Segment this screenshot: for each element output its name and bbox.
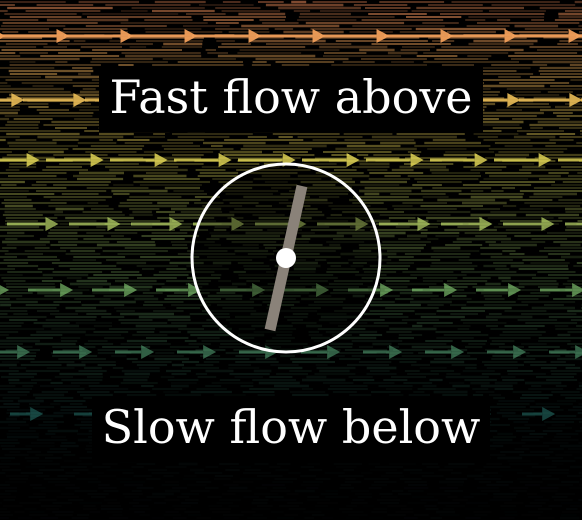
arrow-shaft — [540, 288, 573, 292]
arrow-shaft — [266, 412, 287, 416]
arrow-shaft — [384, 34, 441, 38]
arrow-shaft — [110, 158, 155, 162]
arrow-shaft — [64, 34, 121, 38]
arrow-shaft — [238, 158, 283, 162]
arrow-shaft — [457, 98, 508, 102]
arrow-shaft — [394, 412, 415, 416]
arrow-shaft — [0, 98, 12, 102]
arrow-shaft — [174, 158, 219, 162]
arrow-shaft — [379, 222, 418, 226]
arrow-shaft — [23, 98, 74, 102]
arrow-shaft — [441, 222, 480, 226]
arrow-shaft — [177, 350, 204, 354]
arrow-shaft — [0, 158, 27, 162]
arrow-shaft — [549, 350, 576, 354]
shear-flow-diagram — [0, 0, 582, 520]
arrow-shaft — [576, 34, 582, 38]
arrow-shaft — [503, 222, 542, 226]
arrow-shaft — [448, 34, 505, 38]
arrow-shaft — [302, 158, 347, 162]
arrow-shaft — [239, 350, 266, 354]
arrow-shaft — [53, 350, 80, 354]
arrow-shaft — [430, 158, 475, 162]
arrow-shaft — [565, 222, 582, 226]
arrow-shaft — [330, 412, 351, 416]
arrow-shaft — [209, 98, 260, 102]
arrow-shaft — [92, 288, 125, 292]
arrow-shaft — [85, 98, 136, 102]
arrow-shaft — [147, 98, 198, 102]
arrow-shaft — [202, 412, 223, 416]
arrow-shaft — [192, 34, 249, 38]
arrow-shaft — [458, 412, 479, 416]
arrow-shaft — [10, 412, 31, 416]
arrow-shaft — [115, 350, 142, 354]
arrow-shaft — [494, 158, 539, 162]
arrow-shaft — [138, 412, 159, 416]
arrow-shaft — [0, 350, 18, 354]
arrow-shaft — [519, 98, 570, 102]
arrow-shaft — [46, 158, 91, 162]
arrow-shaft — [395, 98, 446, 102]
arrow-shaft — [320, 34, 377, 38]
arrow-shaft — [128, 34, 185, 38]
arrow-shaft — [425, 350, 452, 354]
arrow-shaft — [131, 222, 170, 226]
arrow-shaft — [7, 222, 46, 226]
arrow-shaft — [69, 222, 108, 226]
arrow-shaft — [366, 158, 411, 162]
arrow-shaft — [271, 98, 322, 102]
arrow-shaft — [363, 350, 390, 354]
arrow-shaft — [333, 98, 384, 102]
arrow-shaft — [256, 34, 313, 38]
arrow-shaft — [487, 350, 514, 354]
arrow-shaft — [522, 412, 543, 416]
arrow-shaft — [558, 158, 582, 162]
axle-dot — [276, 248, 296, 268]
paddle-wheel-icon — [190, 162, 382, 354]
arrow-shaft — [412, 288, 445, 292]
arrow-shaft — [512, 34, 569, 38]
arrow-shaft — [28, 288, 61, 292]
arrow-shaft — [156, 288, 189, 292]
arrow-shaft — [476, 288, 509, 292]
arrow-shaft — [74, 412, 95, 416]
arrow-shaft — [0, 34, 57, 38]
